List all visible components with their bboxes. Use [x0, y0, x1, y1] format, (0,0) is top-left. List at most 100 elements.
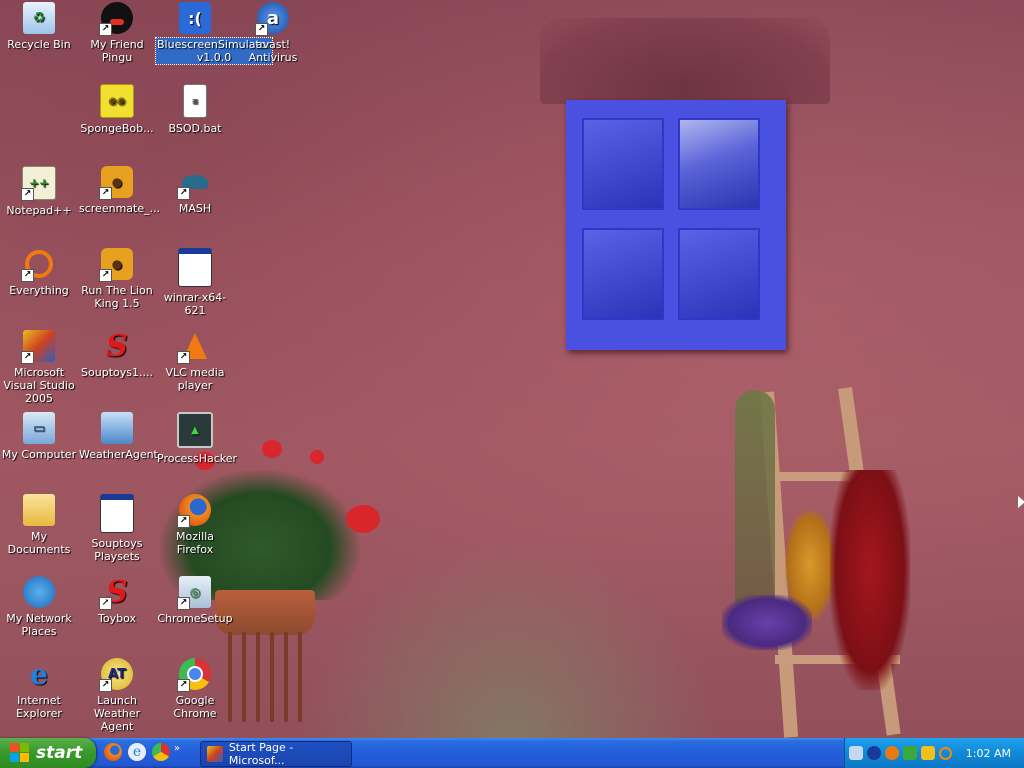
desktop-icon-label: WeatherAgent — [79, 448, 158, 461]
pingu-icon: ↗ — [99, 2, 133, 36]
desktop-icon-label: Run The Lion King 1.5 — [81, 284, 153, 310]
desktop-icon-label: Launch Weather Agent — [93, 694, 141, 733]
desktop-icon-label: Souptoys1.... — [81, 366, 153, 379]
dried-herbs — [735, 390, 775, 620]
desktop-icon-internet-explorer[interactable]: e Internet Explorer — [0, 658, 78, 720]
desktop-icon-visual-studio[interactable]: ↗ Microsoft Visual Studio 2005 — [0, 330, 78, 405]
connection-icon[interactable] — [921, 746, 935, 760]
desktop-icon-my-friend-pingu[interactable]: ↗ My Friend Pingu — [78, 2, 156, 64]
desktop-icon-label: Notepad++ — [6, 204, 72, 217]
desktop-icon-weatheragent[interactable]: WeatherAgent — [78, 412, 158, 461]
dried-purple-flowers — [722, 595, 812, 650]
desktop-icon-avast-antivirus[interactable]: a ↗ avast! Antivirus — [234, 2, 312, 64]
desktop-icon-winrar[interactable]: winrar-x64-621 — [156, 248, 234, 317]
desktop-icon-processhacker[interactable]: ▲ ProcessHacker — [156, 412, 237, 465]
network-places-icon — [23, 576, 55, 608]
geranium-flower — [262, 440, 282, 458]
google-chrome-icon: ↗ — [177, 658, 211, 692]
screenmate-icon: ● ↗ — [99, 166, 133, 200]
quick-launch: e » — [104, 743, 180, 763]
desktop-icon-toybox[interactable]: S ↗ Toybox — [78, 576, 156, 625]
window-pane — [582, 228, 664, 320]
system-tray: 1:02 AM — [844, 738, 1024, 768]
desktop-icon-label: My Documents — [7, 530, 71, 556]
taskbar-button-start-page[interactable]: Start Page - Microsof... — [200, 741, 352, 767]
desktop-icon-label: winrar-x64-621 — [163, 291, 227, 317]
desktop-icon-label: My Computer — [1, 448, 77, 461]
wall-recess — [540, 18, 830, 104]
desktop-icon-notepad-plus-plus[interactable]: ++ ↗ Notepad++ — [0, 166, 78, 217]
shortcut-arrow-icon: ↗ — [99, 187, 112, 200]
desktop-icon-mash[interactable]: ↗ MASH — [156, 166, 234, 215]
desktop-icon-label: My Friend Pingu — [90, 38, 144, 64]
recycle-bin-icon: ♻ — [23, 2, 55, 34]
desktop-icon-label: BSOD.bat — [168, 122, 222, 135]
souptoys-playsets-icon — [100, 494, 134, 533]
desktop-icon-bsod-bat[interactable]: ≡ BSOD.bat — [156, 84, 234, 135]
launch-weather-agent-icon: AT ↗ — [99, 658, 133, 692]
info-icon[interactable] — [867, 746, 881, 760]
desktop-icon-recycle-bin[interactable]: ♻ Recycle Bin — [0, 2, 78, 51]
my-computer-icon: ▭ — [23, 412, 55, 444]
clock[interactable]: 1:02 AM — [966, 747, 1011, 760]
shortcut-arrow-icon: ↗ — [177, 187, 190, 200]
chrome-setup-icon: ◎ ↗ — [177, 576, 211, 610]
start-label: start — [36, 743, 83, 763]
internet-explorer-icon: e — [30, 657, 48, 691]
chili-ristra — [830, 470, 910, 690]
visual-studio-icon — [207, 746, 223, 762]
shield-icon[interactable] — [903, 746, 917, 760]
start-button[interactable]: start — [0, 738, 96, 768]
quick-launch-more-chevron[interactable]: » — [174, 743, 180, 763]
desktop-icon-souptoys-playsets[interactable]: Souptoys Playsets — [78, 494, 156, 563]
desktop-icon-my-network-places[interactable]: My Network Places — [0, 576, 78, 638]
shortcut-arrow-icon: ↗ — [177, 515, 190, 528]
processhacker-icon: ▲ — [177, 412, 213, 448]
search-icon[interactable] — [939, 746, 952, 760]
batch-file-icon: ≡ — [183, 84, 207, 118]
plant-stand — [228, 632, 302, 722]
shortcut-arrow-icon: ↗ — [21, 351, 34, 364]
desktop-icon-google-chrome[interactable]: ↗ Google Chrome — [156, 658, 234, 720]
firefox-icon[interactable] — [104, 743, 122, 761]
desktop-icon-chromesetup[interactable]: ◎ ↗ ChromeSetup — [156, 576, 234, 625]
desktop-icon-lion-king[interactable]: ● ↗ Run The Lion King 1.5 — [78, 248, 156, 310]
shortcut-arrow-icon: ↗ — [99, 269, 112, 282]
desktop-icon-screenmate[interactable]: ● ↗ screenmate_... — [78, 166, 160, 215]
desktop-icon-my-documents[interactable]: My Documents — [0, 494, 78, 556]
window-pane — [678, 118, 760, 210]
mouse-cursor — [1018, 496, 1024, 508]
desktop-icon-label: ProcessHacker — [157, 452, 238, 465]
toybox-icon: S ↗ — [99, 576, 133, 610]
desktop-icon-label: VLC media player — [165, 366, 225, 392]
desktop-icon-spongebob[interactable]: ◉◉ SpongeBob... — [78, 84, 156, 135]
desktop-icon-everything[interactable]: ↗ Everything — [0, 248, 78, 297]
desktop-icon-mozilla-firefox[interactable]: ↗ Mozilla Firefox — [156, 494, 234, 556]
desktop-icon-vlc[interactable]: ↗ VLC media player — [156, 330, 234, 392]
weatheragent-icon — [101, 412, 133, 444]
desktop-icon-souptoys[interactable]: S Souptoys1.... — [78, 330, 156, 379]
desktop-icon-bluescreen-simulator[interactable]: :( BluescreenSimulator v1.0.0 — [155, 2, 273, 65]
desktop-icon-my-computer[interactable]: ▭ My Computer — [0, 412, 78, 461]
notepad-plus-plus-icon: ++ ↗ — [21, 166, 56, 201]
google-chrome-icon[interactable] — [152, 743, 170, 761]
avast-icon: a ↗ — [255, 2, 289, 36]
avast-icon[interactable] — [885, 746, 899, 760]
lion-king-icon: ● ↗ — [99, 248, 133, 282]
window-pane — [582, 118, 664, 210]
desktop-icon-label: MASH — [178, 202, 212, 215]
taskbar-button-label: Start Page - Microsof... — [228, 741, 294, 767]
desktop-icon-label: ChromeSetup — [157, 612, 233, 625]
desktop-icon-label: Microsoft Visual Studio 2005 — [3, 366, 75, 405]
geranium-flower — [310, 450, 324, 464]
desktop-icon-label: avast! Antivirus — [248, 38, 298, 64]
desktop-icon-label: Mozilla Firefox — [176, 530, 214, 556]
desktop-icon-label: SpongeBob... — [80, 122, 154, 135]
shortcut-arrow-icon: ↗ — [177, 679, 190, 692]
network-icon[interactable] — [849, 746, 863, 760]
desktop-icon-label: Toybox — [98, 612, 136, 625]
internet-explorer-icon[interactable]: e — [128, 743, 146, 761]
shortcut-arrow-icon: ↗ — [21, 269, 34, 282]
desktop-icon-label: screenmate_... — [79, 202, 161, 215]
desktop-icon-launch-weather-agent[interactable]: AT ↗ Launch Weather Agent — [78, 658, 156, 733]
